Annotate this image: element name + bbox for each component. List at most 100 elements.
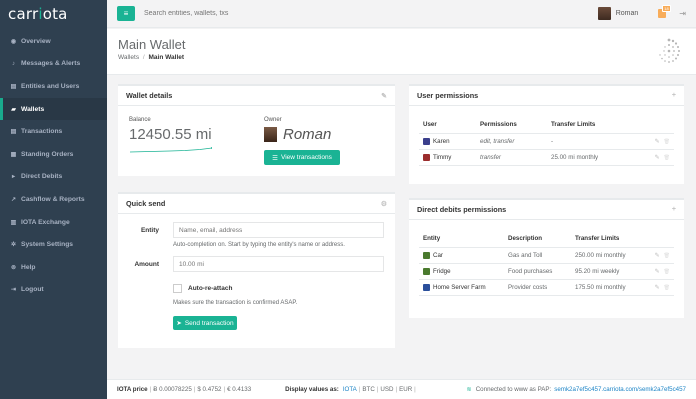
unit-btc-link[interactable]: BTC [362,386,374,393]
sidebar-item-entities-and-users[interactable]: ▤ Entities and Users [0,75,107,98]
trash-icon[interactable]: 🗑 [664,139,670,145]
breadcrumb: Wallets / Main Wallet [118,54,184,61]
auto-reattach-checkbox[interactable] [173,284,182,293]
logo-text-suffix: ota [42,5,68,23]
sidebar-item-standing-orders[interactable]: ▦ Standing Orders [0,143,107,166]
row-actions: ✎ 🗑 [650,133,674,150]
sidebar-item-logout[interactable]: ⇥ Logout [0,279,107,302]
entity-help-text: Auto-completion on. Start by typing the … [173,242,345,248]
edit-pencil-icon[interactable]: ✎ [655,253,660,259]
bell-icon: ♪ [12,60,15,67]
edit-pencil-icon[interactable]: ✎ [655,139,660,145]
entity-cell: Home Server Farm [419,279,504,296]
menu-toggle-button[interactable]: ≡ [117,6,135,21]
edit-pencil-icon[interactable]: ✎ [655,285,660,291]
sidebar-item-direct-debits[interactable]: ▸ Direct Debits [0,166,107,189]
sidebar-item-help[interactable]: ⊚ Help [0,256,107,279]
entity-cell: Car [419,247,504,264]
trash-icon[interactable]: 🗑 [664,253,670,259]
row-actions: ✎ 🗑 [650,263,674,280]
avatar [423,153,430,161]
avatar [423,283,430,291]
edit-pencil-icon[interactable]: ✎ [655,155,660,161]
notification-bell-icon[interactable]: 18 [658,5,671,18]
trash-icon[interactable]: 🗑 [664,155,670,161]
table-cell: transfer [476,149,547,166]
amount-input[interactable] [173,256,384,272]
breadcrumb-wallets-link[interactable]: Wallets [118,54,139,61]
user-permissions-table: User Permissions Transfer Limits Karen ed… [419,116,674,166]
entity-name[interactable]: Karen [433,138,450,145]
unit-iota-link[interactable]: IOTA [343,386,357,393]
table-cell: edit, transfer [476,133,547,150]
owner-label: Owner [264,117,282,123]
add-icon[interactable]: + [672,206,676,213]
sidebar-item-wallets[interactable]: ▰ Wallets [0,97,107,121]
view-transactions-label: View transactions [281,154,332,161]
chart-icon: ↗ [10,196,17,203]
user-avatar[interactable] [597,7,611,20]
entity-name[interactable]: Home Server Farm [433,284,486,291]
row-actions: ✎ 🗑 [650,279,674,296]
user-name[interactable]: Roman [616,10,639,17]
trash-icon[interactable]: 🗑 [664,285,670,291]
avatar [423,267,430,275]
balance-label: Balance [129,117,151,123]
iota-logo-icon [659,38,680,63]
paper-plane-icon: ➤ [176,320,182,327]
sidebar-item-overview[interactable]: ◉ Overview [0,30,107,53]
unit-usd-link[interactable]: USD [380,386,393,393]
iota-price-label: IOTA price [117,386,148,393]
direct-debits-body: Car Gas and Toll 250.00 mi monthly ✎ 🗑 Fridge… [419,247,674,296]
entity-wrapper: Fridge [423,267,500,275]
search-input[interactable] [144,10,344,17]
sidebar: carr i ota ◉ Overview ♪ Messages & Alerts ▤ Ent… [0,0,107,399]
amount-label: Amount [134,261,159,268]
hamburger-icon: ≡ [123,9,129,18]
table-row: Home Server Farm Provider costs 175.50 mi … [419,279,674,296]
add-icon[interactable]: + [672,92,676,99]
price-eur: € 0.4133 [227,386,252,393]
trash-icon[interactable]: 🗑 [664,269,670,275]
panel-header: Quick send ⚙ [118,194,395,214]
panel-title: Wallet details [126,91,173,100]
panel-header: User permissions + [409,86,684,106]
balance-sparkline [130,147,212,153]
sidebar-item-transactions[interactable]: ▤ Transactions [0,120,107,143]
user-permissions-body: Karen edit, transfer - ✎ 🗑 Timmy transfer 25.00… [419,133,674,166]
entity-input[interactable] [173,222,384,238]
auto-reattach-label[interactable]: Auto-re-attach [188,285,232,292]
panel-title: Direct debits permissions [417,205,507,214]
sidebar-item-label: Logout [21,286,44,294]
entity-cell: Fridge [419,263,504,280]
price-btc: Ƀ 0.00078225 [153,386,192,393]
send-transaction-button[interactable]: ➤ Send transaction [173,316,237,330]
connection-label: Connected to www as PAP: [475,386,552,393]
unit-eur-link[interactable]: EUR [399,386,412,393]
sidebar-item-label: Help [21,263,36,271]
breadcrumb-current: Main Wallet [148,54,185,61]
sidebar-item-cashflow-reports[interactable]: ↗ Cashflow & Reports [0,188,107,211]
footer-bar: IOTA price | Ƀ 0.00078225 | $ 0.4752 | €… [107,379,696,399]
column-header: Permissions [476,116,547,134]
app-logo[interactable]: carr i ota [0,0,107,28]
sidebar-item-messages-alerts[interactable]: ♪ Messages & Alerts [0,53,107,76]
entity-name[interactable]: Timmy [433,154,451,161]
owner-info: Roman [264,126,331,143]
entity-wrapper: Timmy [423,153,472,161]
table-row: Car Gas and Toll 250.00 mi monthly ✎ 🗑 [419,247,674,264]
edit-pencil-icon[interactable]: ✎ [381,92,387,100]
sidebar-item-system-settings[interactable]: ✲ System Settings [0,233,107,256]
pap-address-link[interactable]: semk2a7ef5c457.carriota.com/semk2a7ef5c4… [554,386,686,393]
column-header: Description [504,230,571,248]
edit-pencil-icon[interactable]: ✎ [655,269,660,275]
sidebar-item-iota-exchange[interactable]: ▥ IOTA Exchange [0,211,107,234]
table-header-row: Entity Description Transfer Limits [419,230,674,248]
logout-icon[interactable]: ⇥ [679,9,686,18]
footer-separator: | [414,386,416,393]
logo-text-prefix: carr [8,5,39,23]
entity-name[interactable]: Fridge [433,268,451,275]
settings-gear-icon[interactable]: ⚙ [381,200,387,208]
entity-name[interactable]: Car [433,252,443,259]
view-transactions-button[interactable]: ☰ View transactions [264,150,340,165]
